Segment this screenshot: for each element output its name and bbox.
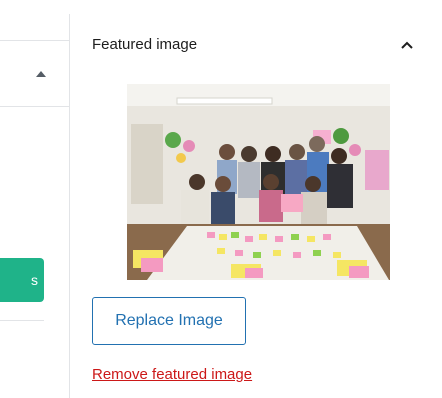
primary-action-button[interactable]: s [0,258,44,302]
featured-image-thumbnail[interactable] [127,84,390,280]
panel-divider [69,14,70,398]
panel-title: Featured image [92,36,198,53]
divider [0,40,69,41]
caret-up-icon[interactable] [36,71,46,77]
replace-image-button[interactable]: Replace Image [92,297,246,345]
remove-featured-image-link[interactable]: Remove featured image [92,366,252,383]
chevron-up-icon[interactable] [398,36,416,54]
divider [0,106,69,107]
left-settings-panel [0,0,70,398]
divider [0,320,44,321]
